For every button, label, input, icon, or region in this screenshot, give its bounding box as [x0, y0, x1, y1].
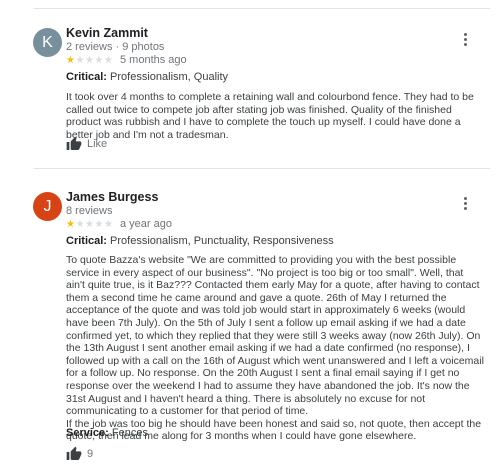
reviewer-meta: 2 reviews · 9 photos — [66, 41, 165, 53]
critical-label: Critical: — [66, 71, 107, 83]
critical-value: Professionalism, Quality — [110, 71, 229, 83]
thumbs-up-icon — [66, 446, 82, 460]
more-options-icon[interactable] — [460, 33, 470, 47]
star-empty-icon: ★ — [103, 219, 114, 230]
like-button[interactable]: Like — [66, 136, 107, 152]
reviewer-name[interactable]: Kevin Zammit — [66, 26, 148, 40]
star-rating: ★★★★★ — [66, 55, 113, 67]
reviewer-name[interactable]: James Burgess — [66, 190, 158, 204]
star-empty-icon: ★ — [84, 55, 95, 66]
review-divider — [34, 168, 490, 169]
avatar[interactable]: J — [33, 192, 62, 221]
service-label: Service: — [66, 427, 109, 439]
avatar[interactable]: K — [33, 28, 62, 57]
top-divider — [34, 8, 490, 9]
like-button[interactable]: 9 — [66, 446, 93, 462]
star-empty-icon: ★ — [94, 219, 104, 230]
review-date: a year ago — [120, 218, 172, 230]
service-value: Fences — [111, 427, 148, 439]
critical-label: Critical: — [66, 235, 107, 247]
review-date: 5 months ago — [120, 54, 187, 66]
star-rating: ★★★★★ — [66, 219, 113, 231]
star-empty-icon: ★ — [75, 55, 85, 66]
like-label: Like — [87, 138, 108, 150]
review-text: To quote Bazza's website "We are committ… — [66, 254, 484, 443]
service-tag: Service: Fences — [66, 427, 148, 439]
critical-tags: Critical: Professionalism, Punctuality, … — [66, 235, 334, 247]
review-paragraph: To quote Bazza's website "We are committ… — [66, 254, 484, 418]
review-paragraph: It took over 4 months to complete a reta… — [66, 91, 474, 141]
star-empty-icon: ★ — [94, 55, 104, 66]
critical-tags: Critical: Professionalism, Quality — [66, 71, 228, 83]
reviewer-meta: 8 reviews — [66, 205, 113, 217]
star-empty-icon: ★ — [75, 219, 85, 230]
thumbs-up-icon — [66, 136, 82, 150]
star-empty-icon: ★ — [84, 219, 95, 230]
like-count: 9 — [87, 448, 94, 460]
critical-value: Professionalism, Punctuality, Responsive… — [110, 235, 334, 247]
more-options-icon[interactable] — [460, 197, 470, 211]
review-text: It took over 4 months to complete a reta… — [66, 91, 484, 141]
star-empty-icon: ★ — [103, 55, 114, 66]
